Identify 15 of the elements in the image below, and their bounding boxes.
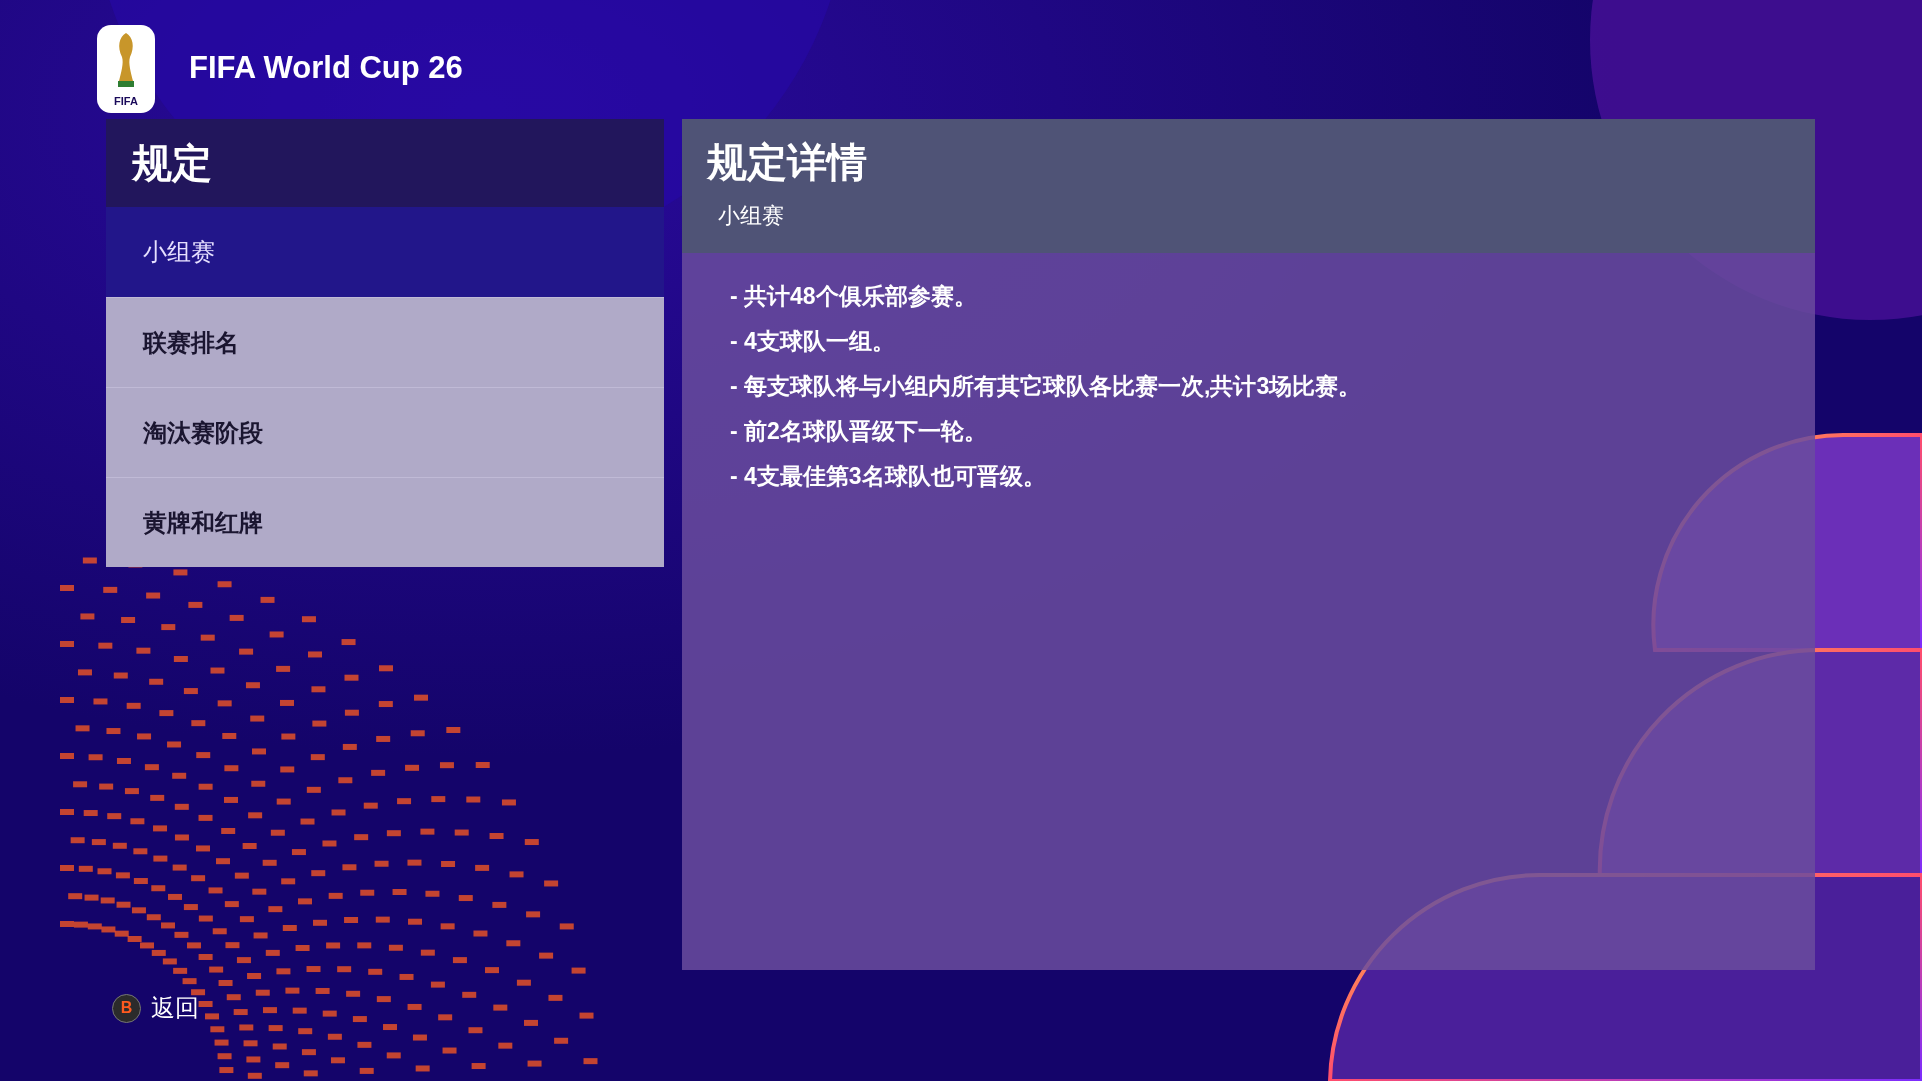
rule-line: - 4支球队一组。 (730, 327, 896, 356)
menu-item[interactable]: 黄牌和红牌 (106, 477, 664, 567)
details-title: 规定详情 (707, 139, 868, 186)
menu-item[interactable]: 淘汰赛阶段 (106, 387, 664, 477)
menu-item[interactable]: 小组赛 (106, 207, 664, 297)
rule-line: - 共计48个俱乐部参赛。 (730, 282, 978, 311)
rule-line: - 前2名球队晋级下一轮。 (730, 417, 988, 446)
menu-title: 规定 (132, 140, 212, 187)
logo-text: FIFA (114, 95, 138, 107)
menu-item[interactable]: 联赛排名 (106, 297, 664, 387)
details-subtitle: 小组赛 (717, 202, 785, 230)
game-title: FIFA World Cup 26 (189, 49, 463, 88)
rule-line: - 4支最佳第3名球队也可晋级。 (730, 462, 1047, 491)
rule-line: - 每支球队将与小组内所有其它球队各比赛一次,共计3场比赛。 (730, 372, 1363, 401)
back-button[interactable]: 返回 (151, 990, 199, 1026)
